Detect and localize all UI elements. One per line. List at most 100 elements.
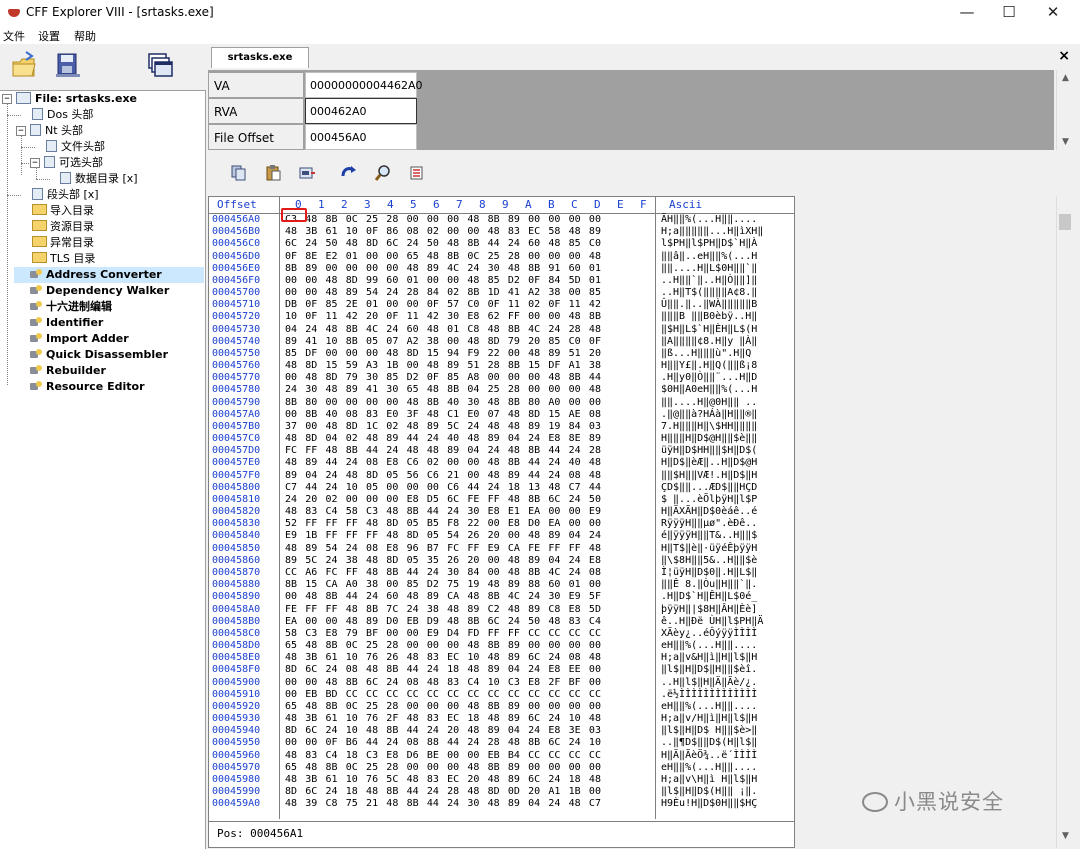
row-ascii[interactable]: ‖‖....H‖L$0H‖‖`‖	[661, 263, 757, 275]
row-ascii[interactable]: H;a‖‖‖‖‖...H‖ìXH‖	[661, 226, 763, 238]
row-ascii[interactable]: Û‖‖.‖..‖WÀ‖‖‖‖‖B	[661, 299, 757, 311]
fill-icon[interactable]	[298, 164, 316, 182]
row-ascii[interactable]: H9Èu!H‖D$0H‖‖$HÇ	[661, 798, 757, 810]
row-ascii[interactable]: H;a‖v\H‖ì H‖l$‖H	[661, 774, 757, 786]
hex-row[interactable]: 00045880 8B 15 CA A0 38 00 85 D2 75 19 48…	[209, 579, 794, 591]
row-ascii[interactable]: H‖‖‖H‖D$@H‖‖$è‖‖	[661, 433, 757, 445]
hex-row[interactable]: 000458C0 58 C3 E8 79 BF 00 00 E9 D4 FD FF…	[209, 628, 794, 640]
row-bytes[interactable]: 65 48 8B 0C 25 28 00 00 00 48 8B 89 00 0…	[285, 762, 601, 774]
row-bytes[interactable]: 48 3B 61 10 76 26 48 83 EC 10 48 89 6C 2…	[285, 652, 601, 664]
row-bytes[interactable]: 52 FF FF FF 48 8D 05 B5 F8 22 00 E8 D0 E…	[285, 518, 601, 530]
menu-file[interactable]: 文件	[3, 28, 25, 44]
row-bytes[interactable]: 00 8B 40 08 83 E0 3F 48 C1 E0 07 48 8D 1…	[285, 409, 601, 421]
tree-item-resource-directory[interactable]: 资源目录	[32, 219, 94, 235]
tree-item-identifier[interactable]: Identifier	[30, 315, 103, 331]
row-bytes[interactable]: 48 3B 61 10 76 5C 48 83 EC 20 48 89 6C 2…	[285, 774, 601, 786]
row-bytes[interactable]: 24 20 02 00 00 00 E8 D5 6C FE FF 48 8B 6…	[285, 494, 601, 506]
hex-row[interactable]: 000458E0 48 3B 61 10 76 26 48 83 EC 10 48…	[209, 652, 794, 664]
row-ascii[interactable]: 7.H‖‖‖H‖\$HH‖‖‖‖	[661, 421, 757, 433]
row-bytes[interactable]: 8B 15 CA A0 38 00 85 D2 75 19 48 89 88 6…	[285, 579, 601, 591]
row-ascii[interactable]: XÃèy¿..éÔýÿÿÌÌÌÌ	[661, 628, 757, 640]
windows-icon[interactable]	[146, 50, 174, 80]
tree-item-hex-editor[interactable]: 十六进制编辑	[30, 299, 112, 315]
tree-item-section-headers[interactable]: 段头部 [x]	[32, 187, 99, 203]
row-bytes[interactable]: 00 EB BD CC CC CC CC CC CC CC CC CC CC C…	[285, 689, 601, 701]
row-bytes[interactable]: 00 00 48 8B 6C 24 08 48 83 C4 10 C3 E8 2…	[285, 677, 601, 689]
hex-row[interactable]: 000459A0 48 39 C8 75 21 48 8B 44 24 30 48…	[209, 798, 794, 810]
menu-settings[interactable]: 设置	[38, 28, 60, 44]
row-bytes[interactable]: 00 00 48 89 54 24 28 84 02 8B 1D 41 A2 3…	[285, 287, 601, 299]
row-bytes[interactable]: 8D 6C 24 08 48 8B 44 24 18 48 89 04 24 E…	[285, 664, 601, 676]
row-ascii[interactable]: eH‖‖%(...H‖‖....	[661, 701, 757, 713]
hex-row[interactable]: 000458D0 65 48 8B 0C 25 28 00 00 00 48 8B…	[209, 640, 794, 652]
row-bytes[interactable]: C7 44 24 10 05 00 00 00 C6 44 24 18 13 4…	[285, 482, 601, 494]
tree-item-exception-directory[interactable]: 异常目录	[32, 235, 94, 251]
open-file-icon[interactable]	[10, 50, 38, 80]
menu-help[interactable]: 帮助	[74, 28, 96, 44]
row-bytes[interactable]: 85 DF 00 00 00 48 8D 15 94 F9 22 00 48 8…	[285, 348, 601, 360]
hex-row[interactable]: 00045820 48 83 C4 58 C3 48 8B 44 24 30 E8…	[209, 506, 794, 518]
hex-row[interactable]: 00045870 CC A6 FC FF 48 8B 44 24 30 84 00…	[209, 567, 794, 579]
row-ascii[interactable]: ..‖¶D$‖‖D$(H‖l$‖	[661, 737, 757, 749]
row-ascii[interactable]: H‖‖Y£‖.H‖Q(‖‖ß¡8	[661, 360, 757, 372]
hex-row[interactable]: 00045980 48 3B 61 10 76 5C 48 83 EC 20 48…	[209, 774, 794, 786]
row-bytes[interactable]: 48 83 C4 58 C3 48 8B 44 24 30 E8 E1 EA 0…	[285, 506, 601, 518]
row-ascii[interactable]: ê..H‖Ðë ÙH‖l$PH‖Ä	[661, 616, 763, 628]
tree-item-rebuilder[interactable]: Rebuilder	[30, 363, 106, 379]
hex-row[interactable]: 00045890 00 48 8B 44 24 60 48 89 CA 48 8B…	[209, 591, 794, 603]
hex-row[interactable]: 00045840 E9 1B FF FF FF 48 8D 05 54 26 20…	[209, 530, 794, 542]
row-bytes[interactable]: 24 30 48 89 41 30 65 48 8B 04 25 28 00 0…	[285, 384, 601, 396]
hex-row[interactable]: 00045750 85 DF 00 00 00 48 8D 15 94 F9 22…	[209, 348, 794, 360]
row-bytes[interactable]: C3 48 8B 0C 25 28 00 00 00 48 8B 89 00 0…	[285, 214, 601, 226]
rva-input[interactable]: 000462A0	[305, 98, 417, 124]
row-ascii[interactable]: ‖‖‖B ‖‖B0èbÿ..H‖	[661, 311, 757, 323]
row-ascii[interactable]: üÿH‖D$HH‖‖$H‖D$(	[661, 445, 757, 457]
tree-item-quick-disassembler[interactable]: Quick Disassembler	[30, 347, 168, 363]
hex-row[interactable]: 00045800 C7 44 24 10 05 00 00 00 C6 44 24…	[209, 482, 794, 494]
hex-row[interactable]: 000457D0 FC FF 48 8B 44 24 48 48 89 04 24…	[209, 445, 794, 457]
row-bytes[interactable]: 48 8D 15 59 A3 1B 00 48 89 51 28 8B 15 D…	[285, 360, 601, 372]
hex-row[interactable]: 000457F0 89 04 24 48 8D 05 56 C6 21 00 48…	[209, 470, 794, 482]
scroll-down-icon[interactable]: ▼	[1057, 828, 1074, 844]
scroll-up-icon[interactable]: ▲	[1057, 70, 1074, 86]
hex-row[interactable]: 00045900 00 00 48 8B 6C 24 08 48 83 C4 10…	[209, 677, 794, 689]
tree-item-import-adder[interactable]: Import Adder	[30, 331, 129, 347]
row-bytes[interactable]: 89 5C 24 38 48 8D 05 35 26 20 00 48 89 0…	[285, 555, 601, 567]
hex-row[interactable]: 00045730 04 24 48 8B 4C 24 60 48 01 C8 48…	[209, 324, 794, 336]
row-ascii[interactable]: ‖l$‖H‖D$‖H‖‖$èî.	[661, 664, 757, 676]
hex-row[interactable]: 000456D0 0F 8E E2 01 00 00 65 48 8B 0C 25…	[209, 251, 794, 263]
hex-row[interactable]: 000457A0 00 8B 40 08 83 E0 3F 48 C1 E0 07…	[209, 409, 794, 421]
row-bytes[interactable]: 65 48 8B 0C 25 28 00 00 00 48 8B 89 00 0…	[285, 701, 601, 713]
scroll-down-icon[interactable]: ▼	[1057, 134, 1074, 150]
row-ascii[interactable]: ..H‖l$‖H‖Ä‖Ãè/¿.	[661, 677, 757, 689]
row-ascii[interactable]: $0H‖A0eH‖‖%(...H	[661, 384, 757, 396]
hex-row[interactable]: 00045780 24 30 48 89 41 30 65 48 8B 04 25…	[209, 384, 794, 396]
row-ascii[interactable]: H‖Ä‖ÃèÖ¾..ë´ÌÌÌÌ	[661, 750, 757, 762]
row-ascii[interactable]: H;a‖v&H‖ì‖H‖l$‖H	[661, 652, 757, 664]
hex-row[interactable]: 00045830 52 FF FF FF 48 8D 05 B5 F8 22 00…	[209, 518, 794, 530]
row-bytes[interactable]: 6C 24 50 48 8D 6C 24 50 48 8B 44 24 60 4…	[285, 238, 601, 250]
save-file-icon[interactable]	[54, 50, 82, 80]
tree-item-tls-directory[interactable]: TLS 目录	[32, 251, 95, 267]
row-ascii[interactable]: Ì¦üÿH‖D$0‖.H‖L$‖	[661, 567, 757, 579]
row-ascii[interactable]: ÇD$‖‖...ÆD$‖‖HÇD	[661, 482, 757, 494]
row-ascii[interactable]: l$PH‖l$PH‖D$`H‖À	[661, 238, 757, 250]
row-bytes[interactable]: 00 48 8B 44 24 60 48 89 CA 48 8B 4C 24 3…	[285, 591, 601, 603]
hex-row[interactable]: 00045920 65 48 8B 0C 25 28 00 00 00 48 8B…	[209, 701, 794, 713]
row-ascii[interactable]: ..H‖‖`‖..H‖Ò‖‖]‖	[661, 275, 757, 287]
row-bytes[interactable]: E9 1B FF FF FF 48 8D 05 54 26 20 00 48 8…	[285, 530, 601, 542]
tree-item-address-converter[interactable]: Address Converter	[14, 267, 204, 283]
hex-row[interactable]: 000458A0 FE FF FF 48 8B 7C 24 38 48 89 C2…	[209, 604, 794, 616]
tab-srtasks[interactable]: srtasks.exe	[211, 47, 309, 68]
row-ascii[interactable]: .ë½ÌÌÌÌÌÌÌÌÌÌÌÌÌ	[661, 689, 757, 701]
hex-row[interactable]: 00045910 00 EB BD CC CC CC CC CC CC CC CC…	[209, 689, 794, 701]
hex-row[interactable]: 00045760 48 8D 15 59 A3 1B 00 48 89 51 28…	[209, 360, 794, 372]
row-bytes[interactable]: 48 8D 04 02 48 89 44 24 40 48 89 04 24 E…	[285, 433, 601, 445]
row-ascii[interactable]: ‖ß...H‖‖‖ù".H‖Q	[661, 348, 757, 360]
hex-row[interactable]: 00045710 DB 0F 85 2E 01 00 00 0F 57 C0 0F…	[209, 299, 794, 311]
hex-row[interactable]: 00045720 10 0F 11 42 20 0F 11 42 30 E8 62…	[209, 311, 794, 323]
row-ascii[interactable]: $ ‖...èÕlþÿH‖l$P	[661, 494, 757, 506]
hex-row[interactable]: 00045860 89 5C 24 38 48 8D 05 35 26 20 00…	[209, 555, 794, 567]
row-ascii[interactable]: .H‖y0‖Ò‖‖¨...H‖D	[661, 372, 757, 384]
row-bytes[interactable]: CC A6 FC FF 48 8B 44 24 30 84 00 48 8B 4…	[285, 567, 601, 579]
